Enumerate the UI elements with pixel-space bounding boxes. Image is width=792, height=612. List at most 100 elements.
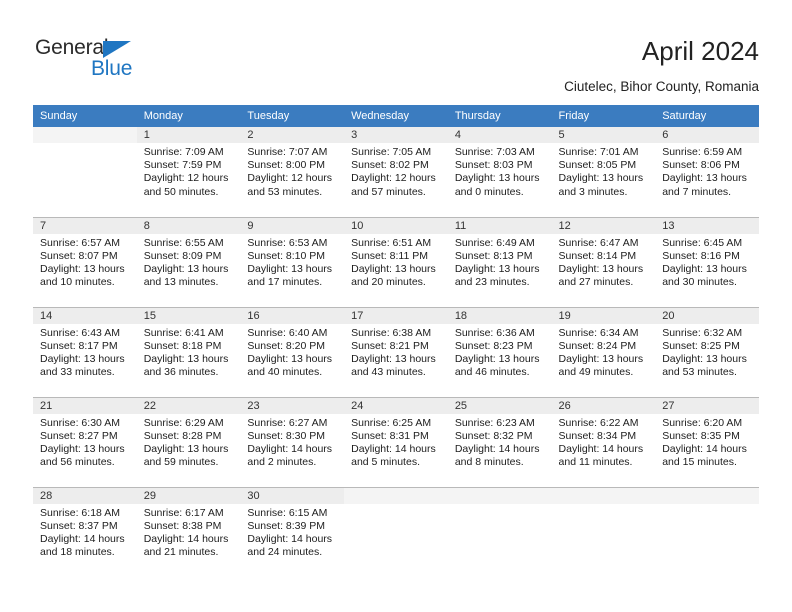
daylight-text-line1: Daylight: 13 hours	[558, 172, 644, 185]
day-cell[interactable]: 7 Sunrise: 6:57 AM Sunset: 8:07 PM Daylight…	[33, 216, 137, 307]
day-number: 6	[655, 127, 759, 143]
sunset-text: Sunset: 8:30 PM	[247, 429, 326, 442]
day-cell[interactable]: 16 Sunrise: 6:40 AM Sunset: 8:20 PM Dayligh…	[240, 306, 345, 397]
daylight-text-line1: Daylight: 13 hours	[558, 262, 644, 275]
sunrise-text: Sunrise: 6:20 AM	[662, 416, 743, 429]
day-cell[interactable]: 13 Sunrise: 6:45 AM Sunset: 8:16 PM Dayligh…	[655, 216, 759, 307]
day-number: 29	[136, 487, 241, 504]
calendar-page: General Blue April 2024 Ciutelec, Bihor …	[0, 0, 792, 612]
sunset-text: Sunset: 8:05 PM	[558, 159, 637, 172]
daylight-text-line1: Daylight: 13 hours	[143, 352, 229, 365]
daylight-text-line2: and 33 minutes.	[40, 366, 115, 379]
day-number: 19	[551, 307, 656, 324]
weekday-header-saturday: Saturday	[655, 105, 759, 127]
day-sun-info: Sunrise: 6:38 AM Sunset: 8:21 PM Daylight:…	[344, 324, 448, 380]
day-cell-empty	[447, 486, 552, 577]
day-cell[interactable]: 3 Sunrise: 7:05 AM Sunset: 8:02 PM Daylight…	[344, 127, 448, 217]
daylight-text-line1: Daylight: 14 hours	[454, 442, 540, 455]
day-cell[interactable]: 10 Sunrise: 6:51 AM Sunset: 8:11 PM Dayligh…	[344, 216, 448, 307]
day-number	[655, 487, 759, 504]
day-sun-info: Sunrise: 6:41 AM Sunset: 8:18 PM Daylight:…	[137, 324, 241, 380]
day-sun-info: Sunrise: 7:03 AM Sunset: 8:03 PM Daylight:…	[448, 143, 552, 199]
day-number: 9	[240, 217, 345, 234]
day-sun-info: Sunrise: 6:45 AM Sunset: 8:16 PM Daylight:…	[655, 234, 759, 290]
calendar-week-row: 28 Sunrise: 6:18 AM Sunset: 8:37 PM Dayligh…	[33, 486, 759, 577]
day-cell[interactable]: 20 Sunrise: 6:32 AM Sunset: 8:25 PM Dayligh…	[655, 306, 759, 397]
sunrise-text: Sunrise: 6:15 AM	[247, 506, 328, 519]
day-cell[interactable]: 22 Sunrise: 6:29 AM Sunset: 8:28 PM Dayligh…	[136, 396, 241, 487]
day-cell[interactable]: 2 Sunrise: 7:07 AM Sunset: 8:00 PM Daylight…	[240, 127, 345, 217]
sunrise-text: Sunrise: 7:07 AM	[247, 146, 328, 158]
day-number	[447, 487, 552, 504]
sunrise-text: Sunrise: 6:57 AM	[40, 236, 120, 249]
sunrise-text: Sunrise: 6:25 AM	[351, 416, 432, 429]
day-number: 10	[344, 217, 448, 234]
day-cell[interactable]: 19 Sunrise: 6:34 AM Sunset: 8:24 PM Dayligh…	[551, 306, 656, 397]
day-cell[interactable]: 8 Sunrise: 6:55 AM Sunset: 8:09 PM Daylight…	[136, 216, 241, 307]
daylight-text-line1: Daylight: 13 hours	[454, 262, 540, 275]
calendar-body: 1 Sunrise: 7:09 AM Sunset: 7:59 PM Daylight…	[33, 127, 759, 577]
day-sun-info: Sunrise: 6:30 AM Sunset: 8:27 PM Daylight:…	[33, 414, 137, 470]
day-sun-info: Sunrise: 6:20 AM Sunset: 8:35 PM Daylight:…	[655, 414, 759, 470]
day-number: 22	[136, 397, 241, 414]
daylight-text-line1: Daylight: 13 hours	[454, 172, 540, 185]
sunset-text: Sunset: 8:02 PM	[351, 159, 429, 172]
daylight-text-line2: and 30 minutes.	[662, 276, 737, 289]
sunrise-text: Sunrise: 6:40 AM	[247, 326, 328, 339]
daylight-text-line1: Daylight: 14 hours	[247, 532, 333, 545]
day-sun-info: Sunrise: 6:22 AM Sunset: 8:34 PM Daylight:…	[552, 414, 656, 470]
daylight-text-line2: and 27 minutes.	[558, 276, 634, 289]
daylight-text-line1: Daylight: 13 hours	[247, 352, 333, 365]
day-cell-empty	[33, 127, 137, 217]
page-subtitle-location: Ciutelec, Bihor County, Romania	[564, 79, 759, 94]
day-cell[interactable]: 5 Sunrise: 7:01 AM Sunset: 8:05 PM Daylight…	[551, 127, 656, 217]
weekday-header-wednesday: Wednesday	[344, 105, 448, 127]
day-sun-info: Sunrise: 6:55 AM Sunset: 8:09 PM Daylight:…	[137, 234, 241, 290]
day-cell[interactable]: 25 Sunrise: 6:23 AM Sunset: 8:32 PM Dayligh…	[447, 396, 552, 487]
weekday-header-tuesday: Tuesday	[240, 105, 345, 127]
daylight-text-line1: Daylight: 14 hours	[143, 532, 229, 545]
day-cell[interactable]: 4 Sunrise: 7:03 AM Sunset: 8:03 PM Daylight…	[447, 127, 552, 217]
general-blue-logo[interactable]: General Blue	[35, 36, 175, 82]
day-cell[interactable]: 27 Sunrise: 6:20 AM Sunset: 8:35 PM Dayligh…	[655, 396, 759, 487]
sunrise-text: Sunrise: 6:23 AM	[454, 416, 535, 429]
day-number: 5	[551, 127, 656, 143]
calendar-grid: Sunday Monday Tuesday Wednesday Thursday…	[33, 105, 759, 577]
day-number: 17	[344, 307, 448, 324]
day-cell[interactable]: 12 Sunrise: 6:47 AM Sunset: 8:14 PM Dayligh…	[551, 216, 656, 307]
day-cell[interactable]: 29 Sunrise: 6:17 AM Sunset: 8:38 PM Dayligh…	[136, 486, 241, 577]
sunset-text: Sunset: 8:38 PM	[143, 519, 222, 532]
day-cell[interactable]: 26 Sunrise: 6:22 AM Sunset: 8:34 PM Dayligh…	[551, 396, 656, 487]
day-sun-info: Sunrise: 6:34 AM Sunset: 8:24 PM Daylight:…	[552, 324, 656, 380]
daylight-text-line2: and 10 minutes.	[40, 276, 115, 289]
sunset-text: Sunset: 8:03 PM	[454, 159, 533, 172]
weekday-header-sunday: Sunday	[33, 105, 137, 127]
day-cell[interactable]: 15 Sunrise: 6:41 AM Sunset: 8:18 PM Dayligh…	[136, 306, 241, 397]
sunrise-text: Sunrise: 6:45 AM	[662, 236, 743, 249]
sunset-text: Sunset: 8:20 PM	[247, 339, 326, 352]
sunrise-text: Sunrise: 7:05 AM	[351, 146, 432, 158]
daylight-text-line1: Daylight: 13 hours	[454, 352, 540, 365]
day-cell[interactable]: 14 Sunrise: 6:43 AM Sunset: 8:17 PM Dayligh…	[33, 306, 137, 397]
sunrise-text: Sunrise: 6:32 AM	[662, 326, 743, 339]
day-cell[interactable]: 17 Sunrise: 6:38 AM Sunset: 8:21 PM Dayligh…	[344, 306, 448, 397]
sunrise-text: Sunrise: 6:30 AM	[40, 416, 120, 429]
day-sun-info: Sunrise: 6:59 AM Sunset: 8:06 PM Daylight:…	[655, 143, 759, 199]
day-cell[interactable]: 11 Sunrise: 6:49 AM Sunset: 8:13 PM Dayligh…	[447, 216, 552, 307]
day-number: 13	[655, 217, 759, 234]
day-cell[interactable]: 1 Sunrise: 7:09 AM Sunset: 7:59 PM Daylight…	[136, 127, 241, 217]
day-cell[interactable]: 23 Sunrise: 6:27 AM Sunset: 8:30 PM Dayligh…	[240, 396, 345, 487]
sunset-text: Sunset: 8:18 PM	[143, 339, 222, 352]
day-cell[interactable]: 6 Sunrise: 6:59 AM Sunset: 8:06 PM Daylight…	[655, 127, 759, 217]
day-cell[interactable]: 18 Sunrise: 6:36 AM Sunset: 8:23 PM Dayligh…	[447, 306, 552, 397]
calendar-week-row: 1 Sunrise: 7:09 AM Sunset: 7:59 PM Daylight…	[33, 127, 759, 217]
sunset-text: Sunset: 8:07 PM	[40, 249, 118, 262]
sunrise-text: Sunrise: 6:41 AM	[143, 326, 224, 339]
daylight-text-line1: Daylight: 14 hours	[40, 532, 125, 545]
day-cell[interactable]: 24 Sunrise: 6:25 AM Sunset: 8:31 PM Dayligh…	[344, 396, 448, 487]
day-cell[interactable]: 30 Sunrise: 6:15 AM Sunset: 8:39 PM Dayligh…	[240, 486, 345, 577]
day-cell[interactable]: 28 Sunrise: 6:18 AM Sunset: 8:37 PM Dayligh…	[33, 486, 137, 577]
daylight-text-line1: Daylight: 13 hours	[662, 172, 747, 185]
day-cell[interactable]: 9 Sunrise: 6:53 AM Sunset: 8:10 PM Daylight…	[240, 216, 345, 307]
day-cell[interactable]: 21 Sunrise: 6:30 AM Sunset: 8:27 PM Dayligh…	[33, 396, 137, 487]
